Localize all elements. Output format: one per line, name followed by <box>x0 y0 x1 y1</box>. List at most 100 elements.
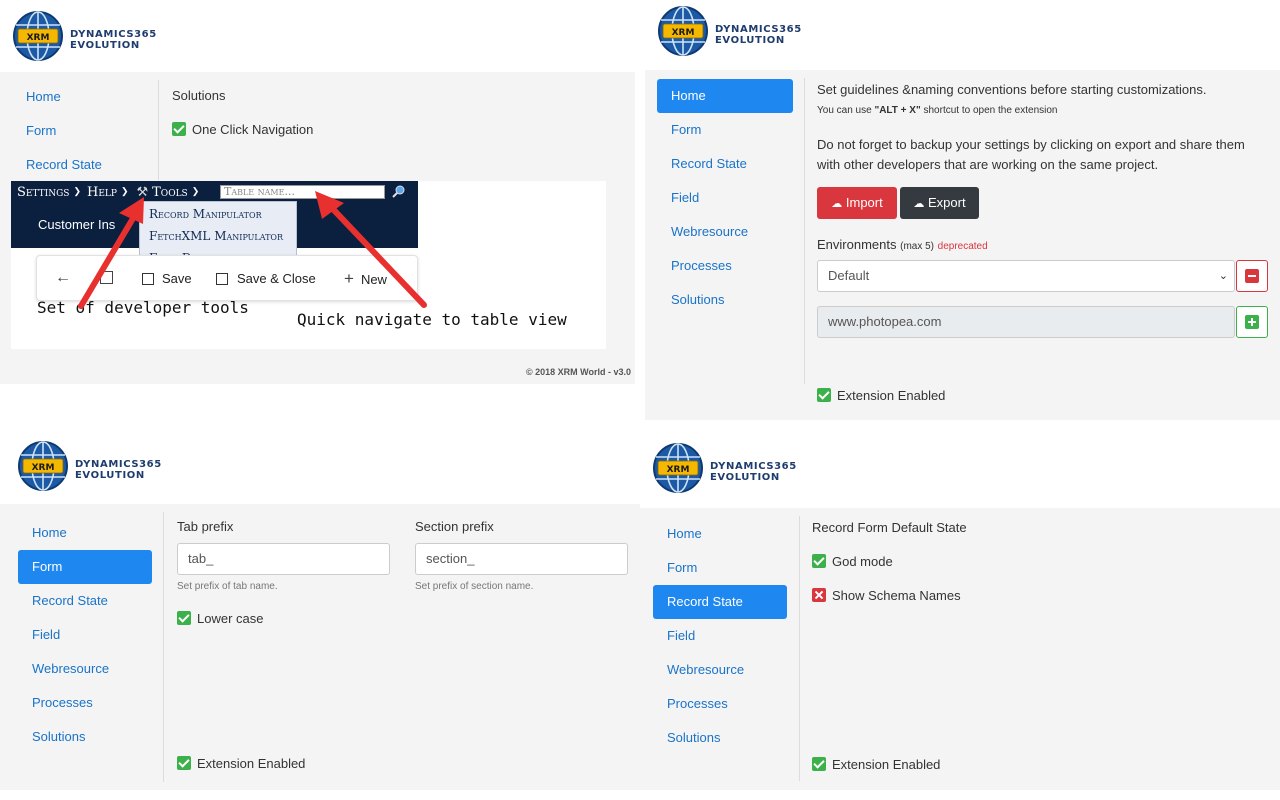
nav-solutions[interactable]: Solutions <box>653 721 787 755</box>
backup-text: Do not forget to backup your settings by… <box>817 137 1245 172</box>
checkbox-checked-icon[interactable] <box>812 757 826 771</box>
environment-url-input[interactable]: www.photopea.com <box>817 306 1235 338</box>
logo-badge: XRM <box>672 28 695 38</box>
header: XRM DYNAMICS365 EVOLUTION <box>645 0 1280 72</box>
divider <box>158 80 159 180</box>
header: XRM DYNAMICS365 EVOLUTION <box>0 432 640 504</box>
globe-icon: XRM <box>657 5 709 57</box>
sidebar: Home Form Record State Field Webresource… <box>18 516 152 754</box>
export-button[interactable]: ☁ Export <box>900 187 979 219</box>
plus-icon <box>1245 315 1259 329</box>
tab-prefix-hint: Set prefix of tab name. <box>177 581 278 592</box>
divider <box>163 512 164 782</box>
brand-text: DYNAMICS365 EVOLUTION <box>710 461 797 483</box>
checkbox-checked-icon[interactable] <box>177 611 191 625</box>
logo-badge: XRM <box>27 33 50 43</box>
minus-icon <box>1245 269 1259 283</box>
nav-processes[interactable]: Processes <box>657 249 793 283</box>
nav-home[interactable]: Home <box>653 517 787 551</box>
nav-record-state[interactable]: Record State <box>18 584 152 618</box>
arrow-annotations <box>78 191 427 309</box>
nav-solutions[interactable]: Solutions <box>18 720 152 754</box>
section-prefix-hint: Set prefix of section name. <box>415 581 534 592</box>
logo-badge: XRM <box>667 465 690 475</box>
nav-field[interactable]: Field <box>18 618 152 652</box>
logo: XRM DYNAMICS365 EVOLUTION <box>12 10 157 62</box>
panel-solutions: XRM DYNAMICS365 EVOLUTION Home Form Recor… <box>0 0 635 398</box>
checkbox-checked-icon[interactable] <box>177 756 191 770</box>
extension-enabled-option[interactable]: Extension Enabled <box>812 757 940 772</box>
one-click-option[interactable]: One Click Navigation <box>172 122 313 137</box>
brand-text: DYNAMICS365 EVOLUTION <box>715 24 802 46</box>
settings-body: Home Form Record State Field Webresource… <box>645 70 1280 420</box>
remove-environment-button[interactable] <box>1236 260 1268 292</box>
extension-enabled-option[interactable]: Extension Enabled <box>817 388 945 403</box>
nav-webresource[interactable]: Webresource <box>18 652 152 686</box>
divider <box>799 516 800 781</box>
nav-field[interactable]: Field <box>657 181 793 215</box>
shortcut-text: You can use "ALT + X" shortcut to open t… <box>817 105 1058 116</box>
sidebar: Home Form Record State Field Webresource… <box>657 79 793 317</box>
nav-processes[interactable]: Processes <box>18 686 152 720</box>
panel-home: XRM DYNAMICS365 EVOLUTION Home Form Recor… <box>645 0 1280 420</box>
nav-processes[interactable]: Processes <box>653 687 787 721</box>
nav-form[interactable]: Form <box>657 113 793 147</box>
divider <box>804 78 805 384</box>
globe-icon: XRM <box>17 440 69 492</box>
guideline-text: Set guidelines &naming conventions befor… <box>817 82 1207 97</box>
header: XRM DYNAMICS365 EVOLUTION <box>640 432 1280 504</box>
brand-text: DYNAMICS365 EVOLUTION <box>70 29 157 51</box>
environment-select[interactable]: Default ⌄ <box>817 260 1235 292</box>
schema-names-option[interactable]: Show Schema Names <box>812 588 961 603</box>
lower-case-option[interactable]: Lower case <box>177 611 263 626</box>
checkbox-unchecked-icon[interactable] <box>812 588 826 602</box>
nav-webresource[interactable]: Webresource <box>657 215 793 249</box>
nav-record-state[interactable]: Record State <box>657 147 793 181</box>
section-prefix-label: Section prefix <box>415 519 494 534</box>
god-mode-option[interactable]: God mode <box>812 554 893 569</box>
nav-form[interactable]: Form <box>18 550 152 584</box>
nav-form[interactable]: Form <box>653 551 787 585</box>
nav-webresource[interactable]: Webresource <box>653 653 787 687</box>
nav-home[interactable]: Home <box>657 79 793 113</box>
logo: XRM DYNAMICS365 EVOLUTION <box>17 440 162 492</box>
sidebar: Home Form Record State Field Webresource… <box>653 517 787 755</box>
sidebar: Home Form Record State <box>12 80 148 182</box>
panel-record-state: XRM DYNAMICS365 EVOLUTION Home Form Recor… <box>640 432 1280 790</box>
settings-body: Home Form Record State Field Webresource… <box>640 508 1280 790</box>
one-click-label: One Click Navigation <box>192 122 314 137</box>
page-title: Solutions <box>172 88 226 103</box>
tab-prefix-input[interactable]: tab_ <box>177 543 390 575</box>
checkbox-checked-icon[interactable] <box>172 122 186 136</box>
footer: © 2018 XRM World - v3.0 <box>526 367 631 377</box>
cloud-download-icon: ☁ <box>913 198 925 210</box>
logo: XRM DYNAMICS365 EVOLUTION <box>652 442 797 494</box>
settings-body: Home Form Record State Field Webresource… <box>0 504 640 790</box>
nav-form[interactable]: Form <box>12 114 148 148</box>
nav-home[interactable]: Home <box>18 516 152 550</box>
globe-icon: XRM <box>652 442 704 494</box>
crm-preview: Settings ❯ Help ❯ ⚒ Tools ❯ Table name... C… <box>11 181 606 349</box>
page-title: Record Form Default State <box>812 520 967 535</box>
cloud-upload-icon: ☁ <box>831 198 843 210</box>
logo: XRM DYNAMICS365 EVOLUTION <box>657 5 802 57</box>
nav-solutions[interactable]: Solutions <box>657 283 793 317</box>
tab-prefix-label: Tab prefix <box>177 519 234 534</box>
nav-record-state[interactable]: Record State <box>12 148 148 182</box>
globe-icon: XRM <box>12 10 64 62</box>
extension-enabled-option[interactable]: Extension Enabled <box>177 756 305 771</box>
nav-field[interactable]: Field <box>653 619 787 653</box>
add-environment-button[interactable] <box>1236 306 1268 338</box>
chevron-down-icon: ⌄ <box>1218 270 1228 282</box>
brand-text: DYNAMICS365 EVOLUTION <box>75 459 162 481</box>
checkbox-checked-icon[interactable] <box>812 554 826 568</box>
checkbox-checked-icon[interactable] <box>817 388 831 402</box>
nav-record-state[interactable]: Record State <box>653 585 787 619</box>
import-button[interactable]: ☁ Import <box>817 187 897 219</box>
environments-label: Environments (max 5) deprecated <box>817 237 988 252</box>
logo-badge: XRM <box>32 463 55 473</box>
section-prefix-input[interactable]: section_ <box>415 543 628 575</box>
header: XRM DYNAMICS365 EVOLUTION <box>0 0 635 72</box>
panel-form: XRM DYNAMICS365 EVOLUTION Home Form Recor… <box>0 432 640 790</box>
nav-home[interactable]: Home <box>12 80 148 114</box>
